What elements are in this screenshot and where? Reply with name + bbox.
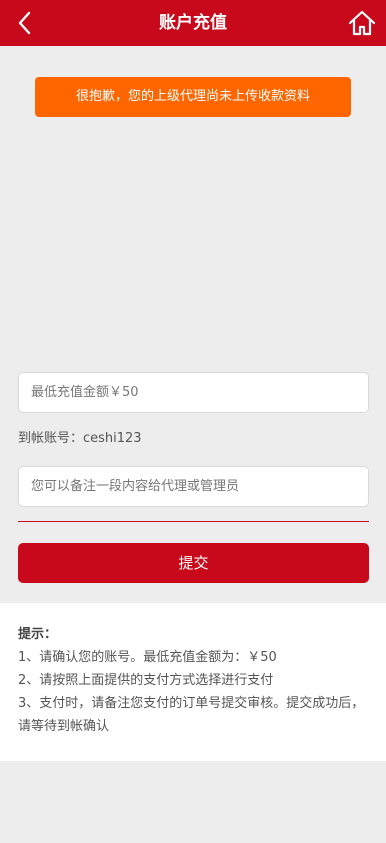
home-button[interactable] — [346, 7, 378, 39]
tip-line-2: 2、请按照上面提供的支付方式选择进行支付 — [18, 673, 274, 688]
account-label: 到帐账号：ceshi123 — [18, 431, 142, 446]
tips-title: 提示： — [18, 627, 58, 642]
tip-line-3: 3、支付时，请备注您支付的订单号提交审核。提交成功后，请等待到帐确认 — [18, 696, 365, 734]
no-payment-info-notice: 很抱歉，您的上级代理尚未上传收款资料 — [35, 77, 351, 117]
remark-input[interactable]: 您可以备注一段内容给代理或管理员 — [18, 466, 369, 507]
tips-panel: 提示： 1、请确认您的账号。最低充值金额为：￥50 2、请按照上面提供的支付方式… — [0, 603, 386, 761]
divider — [18, 521, 369, 522]
top-nav-bar: 账户充值 — [0, 0, 386, 46]
home-icon — [348, 10, 376, 36]
tip-line-1: 1、请确认您的账号。最低充值金额为：￥50 — [18, 650, 277, 665]
amount-input[interactable]: 最低充值金额￥50 — [18, 372, 369, 413]
submit-button[interactable]: 提交 — [18, 543, 369, 583]
page-title: 账户充值 — [159, 13, 227, 33]
